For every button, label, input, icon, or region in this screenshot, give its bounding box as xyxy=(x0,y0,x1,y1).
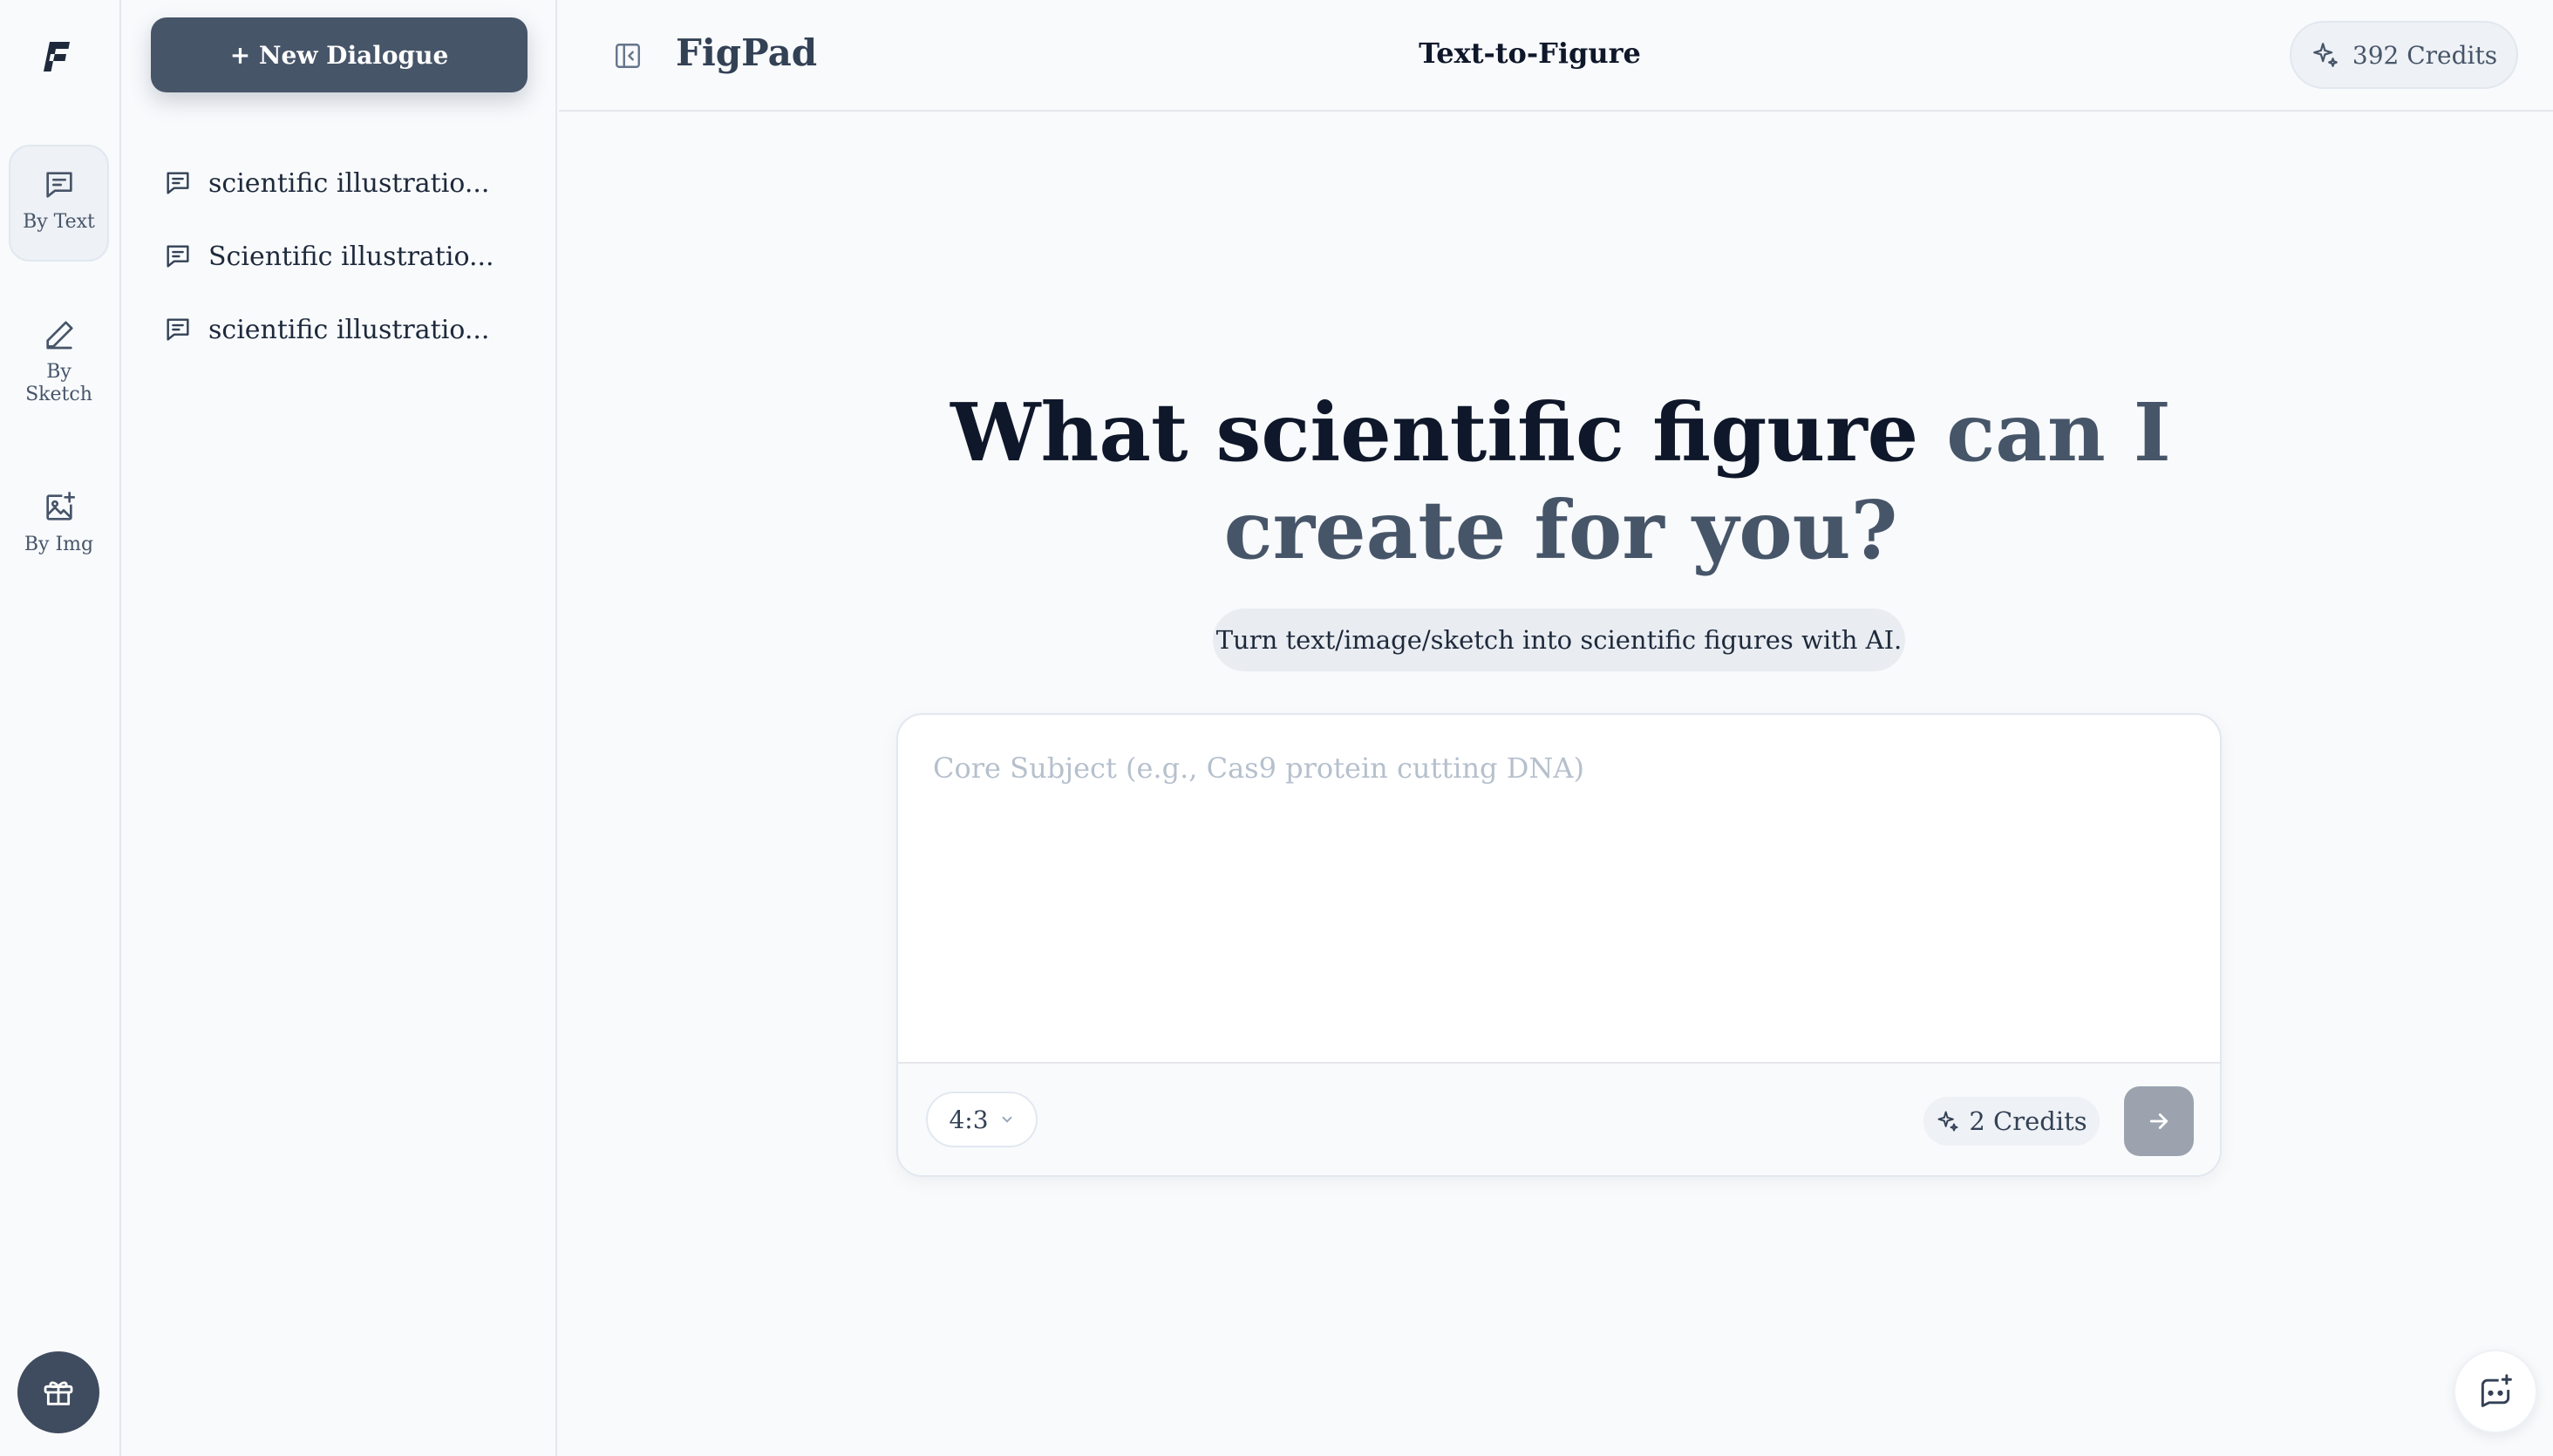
chevron-down-icon xyxy=(1002,1116,1011,1123)
new-dialogue-button[interactable]: + New Dialogue xyxy=(151,17,528,92)
message-square-icon xyxy=(45,172,72,198)
history-item[interactable]: scientific illustratio... xyxy=(163,293,529,366)
arrow-right-icon xyxy=(2149,1113,2168,1129)
sparkles-icon xyxy=(1937,1111,1958,1132)
credits-badge[interactable]: 392 Credits xyxy=(2290,21,2518,89)
pencil-icon xyxy=(45,321,72,350)
rail-item-by-sketch[interactable]: By Sketch xyxy=(9,296,109,427)
rail-item-by-img[interactable]: By Img xyxy=(9,469,109,574)
credits-label: 392 Credits xyxy=(2352,40,2498,70)
send-button[interactable] xyxy=(2124,1086,2194,1156)
history-item-title: Scientific illustratio... xyxy=(208,241,494,272)
history-list: scientific illustratio... Scientific ill… xyxy=(163,146,529,366)
figpad-logo-icon[interactable] xyxy=(38,37,73,75)
history-item-title: scientific illustratio... xyxy=(208,167,490,199)
cost-label: 2 Credits xyxy=(1969,1106,2087,1136)
message-square-icon xyxy=(167,172,189,194)
cost-badge: 2 Credits xyxy=(1923,1097,2100,1146)
subject-input[interactable] xyxy=(898,715,2220,1064)
history-item-title: scientific illustratio... xyxy=(208,314,490,345)
history-sidebar: + New Dialogue scientific illustratio...… xyxy=(121,0,557,1456)
nav-rail: By Text By Sketch By Img xyxy=(0,0,121,1456)
history-item[interactable]: Scientific illustratio... xyxy=(163,220,529,293)
aspect-ratio-select[interactable]: 4:3 xyxy=(926,1092,1038,1147)
gift-icon xyxy=(44,1381,73,1405)
page-title: Text-to-Figure xyxy=(1419,37,1641,70)
rail-item-label: By Text xyxy=(23,211,95,233)
hero-headline: What scientific figure can I create for … xyxy=(872,384,2250,579)
chat-bot-icon xyxy=(2481,1374,2512,1407)
message-square-icon xyxy=(167,318,189,341)
aspect-ratio-value: 4:3 xyxy=(949,1105,989,1134)
hero-subtitle: Turn text/image/sketch into scientific f… xyxy=(1213,609,1905,671)
message-square-icon xyxy=(167,245,189,268)
top-header: FigPad Text-to-Figure 392 Credits xyxy=(559,0,2553,112)
composer-footer: 4:3 2 Credits xyxy=(898,1062,2220,1175)
rail-item-label: By Img xyxy=(24,534,94,555)
history-item[interactable]: scientific illustratio... xyxy=(163,146,529,220)
rail-item-label: By Sketch xyxy=(25,361,92,405)
image-plus-icon xyxy=(45,492,75,520)
assistant-chat-button[interactable] xyxy=(2454,1350,2537,1433)
sparkles-icon xyxy=(2312,43,2338,67)
rail-item-by-text[interactable]: By Text xyxy=(9,145,109,262)
gift-button[interactable] xyxy=(17,1351,99,1433)
prompt-composer: 4:3 2 Credits xyxy=(896,713,2222,1177)
headline-primary: What scientific figure xyxy=(950,385,1919,480)
